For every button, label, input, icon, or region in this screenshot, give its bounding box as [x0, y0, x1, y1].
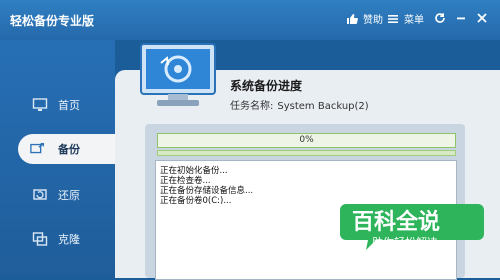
- refresh-icon: [433, 11, 447, 25]
- refresh-button[interactable]: [433, 11, 447, 25]
- log-line: 正在备份存储设备信息...: [160, 186, 254, 196]
- sidebar-item-clone[interactable]: 克隆: [0, 224, 115, 254]
- task-title: 系统备份进度: [230, 79, 303, 93]
- clone-icon: [32, 231, 48, 247]
- watermark-sub-text: 助你轻松解决: [372, 236, 438, 249]
- sidebar-item-label: 还原: [58, 189, 80, 202]
- menu-button[interactable]: 菜单: [386, 11, 424, 26]
- backup-monitor-illustration: [133, 40, 223, 110]
- app-title: 轻松备份专业版: [10, 14, 95, 28]
- progress-text: 0%: [299, 135, 314, 145]
- secondary-progress-bar: [157, 150, 456, 156]
- home-monitor-icon: [32, 97, 48, 113]
- close-button[interactable]: [475, 11, 489, 25]
- thumb-up-icon: [345, 12, 359, 26]
- sponsor-label: 赞助: [363, 15, 383, 26]
- sidebar-item-restore[interactable]: 还原: [0, 180, 115, 210]
- restore-icon: [32, 187, 48, 203]
- task-name: 任务名称: System Backup(2): [230, 97, 369, 112]
- sidebar-item-label: 首页: [58, 99, 80, 112]
- sidebar-item-label: 克隆: [58, 233, 80, 246]
- menu-list-icon: [386, 12, 400, 26]
- log-line: 正在初始化备份...: [160, 166, 228, 176]
- sponsor-button[interactable]: 赞助: [345, 11, 383, 26]
- sidebar-item-backup[interactable]: 备份: [18, 134, 115, 164]
- progress-bar: 0%: [157, 133, 456, 148]
- log-line: 正在检查卷...: [160, 176, 211, 186]
- watermark-main-text: 百科全说: [352, 210, 441, 235]
- task-name-value: System Backup(2): [277, 101, 369, 112]
- sidebar-item-home[interactable]: 首页: [0, 90, 115, 120]
- close-icon: [475, 11, 489, 25]
- task-name-label: 任务名称:: [230, 101, 274, 112]
- menu-label: 菜单: [404, 15, 424, 26]
- backup-icon: [30, 141, 46, 157]
- sidebar-item-label: 备份: [58, 143, 80, 156]
- minimize-button[interactable]: [454, 11, 468, 25]
- minimize-icon: [454, 11, 468, 25]
- title-bar: 轻松备份专业版 赞助 菜单: [0, 0, 500, 40]
